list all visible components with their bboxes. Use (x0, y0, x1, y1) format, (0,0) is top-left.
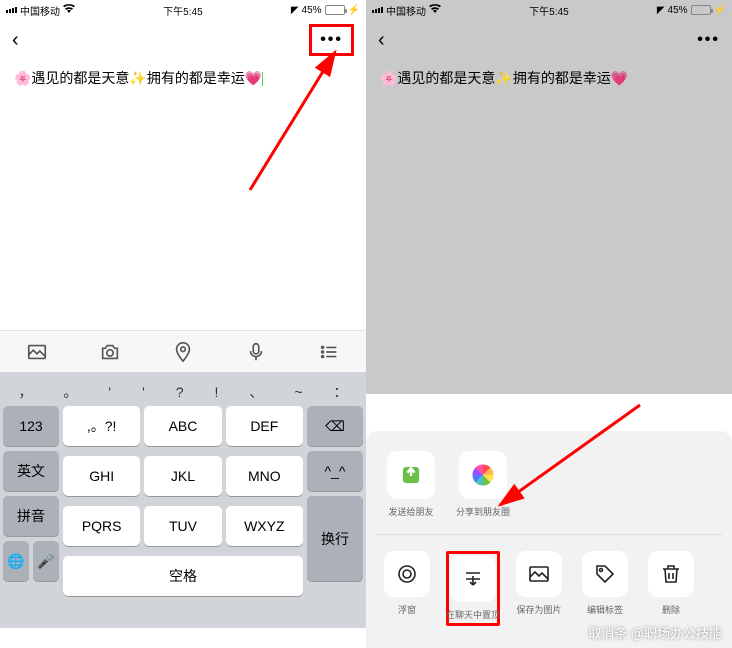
key-def[interactable]: DEF (226, 406, 303, 446)
battery-icon (691, 5, 711, 15)
trash-icon (648, 551, 694, 597)
key-punct[interactable]: ,。?! (63, 406, 140, 446)
charging-icon: ⚡ (714, 5, 726, 16)
text-cursor (262, 72, 263, 86)
list-icon[interactable] (318, 341, 340, 363)
key-globe[interactable]: 🌐 (3, 541, 29, 581)
editor-toolbar (0, 330, 366, 372)
key-delete[interactable]: ⌫ (307, 406, 363, 446)
share-moments-button[interactable]: 分享到朋友圈 (456, 451, 510, 518)
location-icon[interactable] (172, 341, 194, 363)
key-ghi[interactable]: GHI (63, 456, 140, 496)
time-label: 下午5:45 (163, 3, 202, 18)
moments-icon (459, 451, 507, 499)
delete-button[interactable]: 删除 (644, 551, 698, 626)
more-button[interactable]: ••• (697, 31, 720, 49)
carrier-label: 中国移动 (20, 3, 60, 18)
carrier-label: 中国移动 (386, 3, 426, 18)
time-label: 下午5:45 (529, 3, 568, 18)
back-button[interactable]: ‹ (378, 29, 385, 52)
sheet-row-actions: 浮窗 在聊天中置顶 保存为图片 编辑标签 删除 (376, 545, 722, 632)
key-space[interactable]: 空格 (63, 556, 303, 596)
keyboard: ， 。 ' ' ? ! 、 ~ ： 123 英文 拼音 🌐 🎤 ,。?! (0, 372, 366, 628)
more-button-highlighted[interactable]: ••• (309, 24, 354, 56)
nav-bar: ‹ ••• (366, 20, 732, 60)
content-text: 🌸遇见的都是天意✨拥有的都是幸运💗 (380, 70, 628, 86)
key-emoji[interactable]: ^_^ (307, 451, 363, 491)
key-pinyin[interactable]: 拼音 (3, 496, 59, 536)
back-button[interactable]: ‹ (12, 29, 19, 52)
battery-pct: 45% (668, 5, 688, 16)
phone-left-editor: 中国移动 下午5:45 ◤ 45% ⚡ ‹ ••• 🌸遇见的都是天意✨拥有的都是… (0, 0, 366, 648)
signal-icon (6, 7, 17, 13)
more-icon: ••• (320, 31, 343, 48)
key-mno[interactable]: MNO (226, 456, 303, 496)
charging-icon: ⚡ (348, 5, 360, 16)
wifi-icon (429, 4, 441, 17)
send-friend-button[interactable]: 发送给朋友 (384, 451, 438, 518)
pin-icon (450, 556, 496, 602)
wechat-icon (387, 451, 435, 499)
note-content-dimmed: 🌸遇见的都是天意✨拥有的都是幸运💗 (366, 60, 732, 394)
key-en[interactable]: 英文 (3, 451, 59, 491)
signal-icon (372, 7, 383, 13)
location-arrow-icon: ◤ (657, 5, 665, 16)
key-mic[interactable]: 🎤 (33, 541, 59, 581)
key-jkl[interactable]: JKL (144, 456, 221, 496)
save-image-button[interactable]: 保存为图片 (512, 551, 566, 626)
note-content[interactable]: 🌸遇见的都是天意✨拥有的都是幸运💗 (0, 60, 366, 330)
mic-icon[interactable] (245, 341, 267, 363)
pin-chat-button-highlighted[interactable]: 在聊天中置顶 (446, 551, 500, 626)
key-tuv[interactable]: TUV (144, 506, 221, 546)
status-bar: 中国移动 下午5:45 ◤ 45% ⚡ (366, 0, 732, 20)
key-wxyz[interactable]: WXYZ (226, 506, 303, 546)
sheet-row-share: 发送给朋友 分享到朋友圈 (376, 445, 722, 530)
tag-icon (582, 551, 628, 597)
image-icon[interactable] (26, 341, 48, 363)
watermark: 取消条 @职场办公技能 (588, 623, 722, 642)
key-123[interactable]: 123 (3, 406, 59, 446)
float-icon (384, 551, 430, 597)
battery-icon (325, 5, 345, 15)
battery-pct: 45% (302, 5, 322, 16)
status-bar: 中国移动 下午5:45 ◤ 45% ⚡ (0, 0, 366, 20)
action-sheet: 发送给朋友 分享到朋友圈 浮窗 在聊天中置顶 保存为图片 (366, 431, 732, 648)
float-button[interactable]: 浮窗 (380, 551, 434, 626)
location-arrow-icon: ◤ (291, 5, 299, 16)
wifi-icon (63, 4, 75, 17)
image-icon (516, 551, 562, 597)
key-abc[interactable]: ABC (144, 406, 221, 446)
camera-icon[interactable] (99, 341, 121, 363)
symbol-row: ， 。 ' ' ? ! 、 ~ ： (3, 378, 363, 406)
key-pqrs[interactable]: PQRS (63, 506, 140, 546)
key-enter[interactable]: 换行 (307, 496, 363, 581)
phone-right-sharesheet: 中国移动 下午5:45 ◤ 45% ⚡ ‹ ••• 🌸遇见的都是天意✨拥有的都是… (366, 0, 732, 648)
edit-tag-button[interactable]: 编辑标签 (578, 551, 632, 626)
nav-bar: ‹ ••• (0, 20, 366, 60)
content-text: 🌸遇见的都是天意✨拥有的都是幸运💗 (14, 70, 262, 86)
